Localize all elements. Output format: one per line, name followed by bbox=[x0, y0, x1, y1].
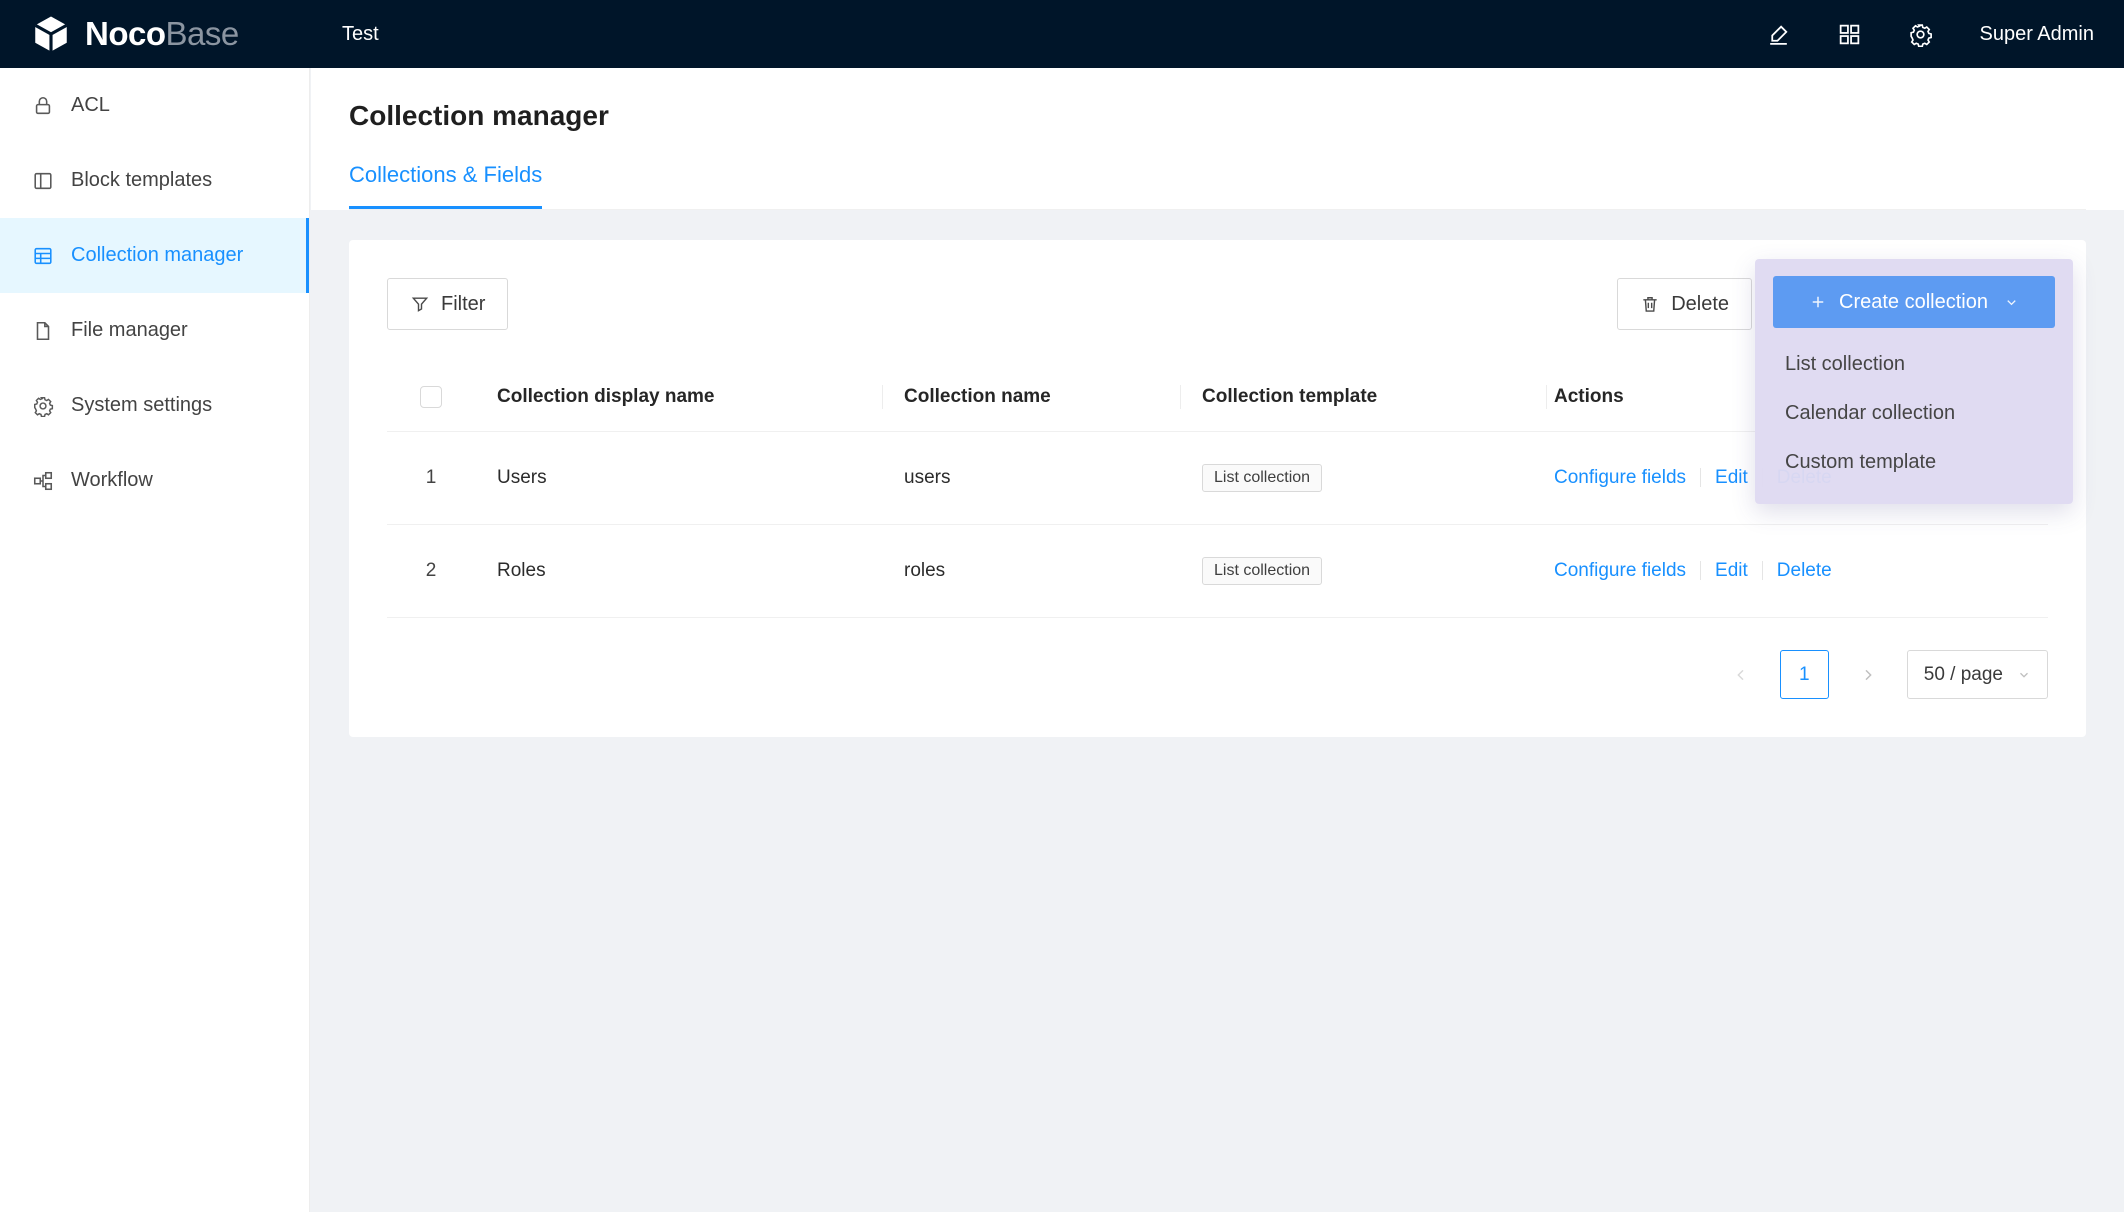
app-header: NocoBase Test Super Admin bbox=[0, 0, 2124, 68]
content-area: Filter Delete Create c bbox=[311, 210, 2124, 1212]
edit-link[interactable]: Edit bbox=[1715, 467, 1748, 488]
tabs-bar: Collections & Fields bbox=[349, 162, 2086, 210]
cell-display-name: Roles bbox=[475, 560, 882, 582]
configure-fields-link[interactable]: Configure fields bbox=[1554, 560, 1686, 581]
sidebar: ACL Block templates Collection manager F… bbox=[0, 68, 310, 1212]
template-tag: List collection bbox=[1202, 557, 1322, 585]
trash-icon bbox=[1640, 294, 1660, 314]
layout-icon bbox=[32, 170, 54, 192]
chevron-left-icon bbox=[1733, 667, 1749, 683]
page-title: Collection manager bbox=[349, 100, 2086, 132]
sidebar-item-label: Workflow bbox=[71, 469, 153, 492]
row-index: 1 bbox=[387, 467, 475, 489]
col-name: Collection name bbox=[882, 386, 1180, 408]
select-all-cell bbox=[387, 386, 475, 408]
nocobase-logo-icon bbox=[30, 13, 72, 55]
sidebar-item-system-settings[interactable]: System settings bbox=[0, 368, 309, 443]
logo[interactable]: NocoBase bbox=[0, 13, 310, 55]
sidebar-item-label: File manager bbox=[71, 319, 188, 342]
sidebar-item-block-templates[interactable]: Block templates bbox=[0, 143, 309, 218]
divider bbox=[1700, 561, 1701, 580]
ui-editor-pen-icon[interactable] bbox=[1766, 22, 1791, 47]
lock-icon bbox=[32, 95, 54, 117]
file-icon bbox=[32, 320, 54, 342]
filter-icon bbox=[410, 294, 430, 314]
table-row: 2 Roles roles List collection Configure … bbox=[387, 525, 2048, 618]
cell-template: List collection bbox=[1180, 464, 1546, 492]
menu-item-list-collection[interactable]: List collection bbox=[1773, 340, 2055, 389]
configure-fields-link[interactable]: Configure fields bbox=[1554, 467, 1686, 488]
page-size-select[interactable]: 50 / page bbox=[1907, 650, 2048, 699]
cell-name: roles bbox=[882, 560, 1180, 582]
plugins-grid-icon[interactable] bbox=[1837, 22, 1862, 47]
cell-name: users bbox=[882, 467, 1180, 489]
template-tag: List collection bbox=[1202, 464, 1322, 492]
toolbar-right: Delete bbox=[1617, 278, 1752, 330]
cell-display-name: Users bbox=[475, 467, 882, 489]
sidebar-item-acl[interactable]: ACL bbox=[0, 68, 309, 143]
cell-actions: Configure fields Edit Delete bbox=[1546, 560, 2048, 582]
header-right: Super Admin bbox=[1766, 22, 2124, 47]
pagination: 1 50 / page bbox=[387, 650, 2048, 699]
col-display-name: Collection display name bbox=[475, 386, 882, 408]
table-icon bbox=[32, 245, 54, 267]
row-index: 2 bbox=[387, 560, 475, 582]
menu-item-calendar-collection[interactable]: Calendar collection bbox=[1773, 389, 2055, 438]
header-menu-test[interactable]: Test bbox=[310, 0, 411, 68]
prev-page-button[interactable] bbox=[1718, 652, 1764, 698]
workflow-icon bbox=[32, 470, 54, 492]
sidebar-item-label: System settings bbox=[71, 394, 212, 417]
page-head: Collection manager Collections & Fields bbox=[311, 68, 2124, 210]
sidebar-item-label: Collection manager bbox=[71, 244, 243, 267]
sidebar-item-workflow[interactable]: Workflow bbox=[0, 443, 309, 518]
filter-button[interactable]: Filter bbox=[387, 278, 508, 330]
menu-item-custom-template[interactable]: Custom template bbox=[1773, 438, 2055, 487]
user-menu[interactable]: Super Admin bbox=[1979, 23, 2094, 46]
sidebar-item-label: Block templates bbox=[71, 169, 212, 192]
page-number-1[interactable]: 1 bbox=[1780, 650, 1829, 699]
select-all-checkbox[interactable] bbox=[420, 386, 442, 408]
delete-link[interactable]: Delete bbox=[1777, 560, 1832, 581]
sidebar-item-label: ACL bbox=[71, 94, 110, 117]
delete-button[interactable]: Delete bbox=[1617, 278, 1752, 330]
chevron-right-icon bbox=[1860, 667, 1876, 683]
settings-gear-icon[interactable] bbox=[1908, 22, 1933, 47]
sidebar-item-file-manager[interactable]: File manager bbox=[0, 293, 309, 368]
plus-icon bbox=[1809, 293, 1827, 311]
divider bbox=[1700, 468, 1701, 487]
divider bbox=[1762, 561, 1763, 580]
gear-icon bbox=[32, 395, 54, 417]
cell-template: List collection bbox=[1180, 557, 1546, 585]
chevron-down-icon bbox=[2004, 295, 2019, 310]
next-page-button[interactable] bbox=[1845, 652, 1891, 698]
create-collection-dropdown: Create collection List collection Calend… bbox=[1755, 259, 2073, 504]
chevron-down-icon bbox=[2017, 668, 2031, 682]
create-collection-button[interactable]: Create collection bbox=[1773, 276, 2055, 328]
col-template: Collection template bbox=[1180, 386, 1546, 408]
tab-collections-fields[interactable]: Collections & Fields bbox=[349, 162, 542, 209]
sidebar-item-collection-manager[interactable]: Collection manager bbox=[0, 218, 309, 293]
create-collection-menu: List collection Calendar collection Cust… bbox=[1773, 340, 2055, 487]
main-area: Collection manager Collections & Fields … bbox=[311, 68, 2124, 1212]
collections-card: Filter Delete Create c bbox=[349, 240, 2086, 737]
edit-link[interactable]: Edit bbox=[1715, 560, 1748, 581]
logo-text: NocoBase bbox=[85, 15, 239, 53]
